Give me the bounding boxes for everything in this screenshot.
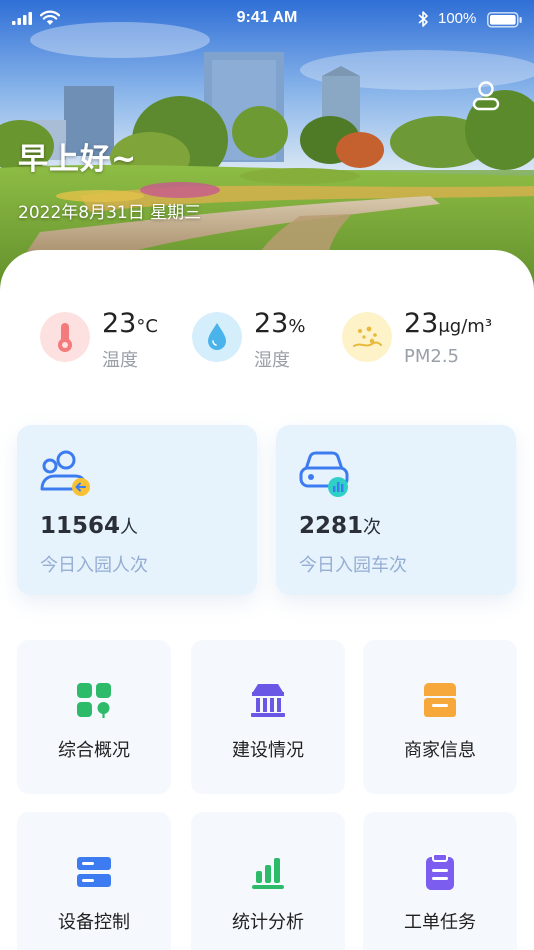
menu-merchants-label: 商家信息 — [404, 740, 476, 761]
humidity-value: 23% — [254, 308, 306, 339]
status-bar: 9:41 AM 100% — [0, 0, 534, 40]
main-panel: 23°C 温度 23% 湿度 23μg/m³ PM2.5 11564人 今日入园… — [0, 250, 534, 950]
battery-icon — [487, 12, 522, 28]
vehicle-count-value: 2281次 — [299, 513, 382, 539]
clipboard-icon — [426, 853, 454, 890]
building-icon — [251, 684, 285, 717]
car-icon — [299, 451, 349, 497]
user-profile-icon[interactable] — [468, 78, 504, 114]
menu-merchants[interactable]: 商家信息 — [363, 640, 517, 794]
water-drop-icon — [192, 312, 242, 362]
visitors-icon — [40, 450, 90, 496]
vehicle-count-card[interactable]: 2281次 今日入园车次 — [276, 425, 516, 595]
shop-icon — [424, 683, 456, 717]
pm25-label: PM2.5 — [404, 346, 460, 367]
menu-device-control-label: 设备控制 — [58, 912, 130, 933]
temperature-label: 温度 — [102, 350, 138, 371]
greeting-text: 早上好~ — [18, 142, 138, 177]
pm25-value: 23μg/m³ — [404, 308, 493, 339]
menu-work-orders-label: 工单任务 — [404, 912, 476, 933]
visitor-count-value: 11564人 — [40, 513, 139, 539]
temperature-value: 23°C — [102, 308, 158, 339]
visitor-count-card[interactable]: 11564人 今日入园人次 — [17, 425, 257, 595]
menu-work-orders[interactable]: 工单任务 — [363, 812, 517, 950]
vehicle-count-label: 今日入园车次 — [299, 555, 407, 576]
menu-statistics-label: 统计分析 — [232, 912, 304, 933]
bluetooth-icon — [418, 11, 428, 27]
dust-icon — [342, 312, 392, 362]
date-text: 2022年8月31日 星期三 — [18, 203, 202, 223]
menu-construction[interactable]: 建设情况 — [191, 640, 345, 794]
chart-icon — [252, 858, 284, 889]
overview-icon — [77, 683, 111, 718]
weather-row: 23°C 温度 23% 湿度 23μg/m³ PM2.5 — [0, 308, 534, 378]
menu-construction-label: 建设情况 — [232, 740, 304, 761]
humidity-label: 湿度 — [254, 350, 290, 371]
menu-overview-label: 综合概况 — [58, 740, 130, 761]
thermometer-icon — [40, 312, 90, 362]
menu-statistics[interactable]: 统计分析 — [191, 812, 345, 950]
menu-device-control[interactable]: 设备控制 — [17, 812, 171, 950]
menu-overview[interactable]: 综合概况 — [17, 640, 171, 794]
battery-percent: 100% — [438, 10, 477, 27]
device-icon — [77, 857, 111, 887]
visitor-count-label: 今日入园人次 — [40, 555, 148, 576]
